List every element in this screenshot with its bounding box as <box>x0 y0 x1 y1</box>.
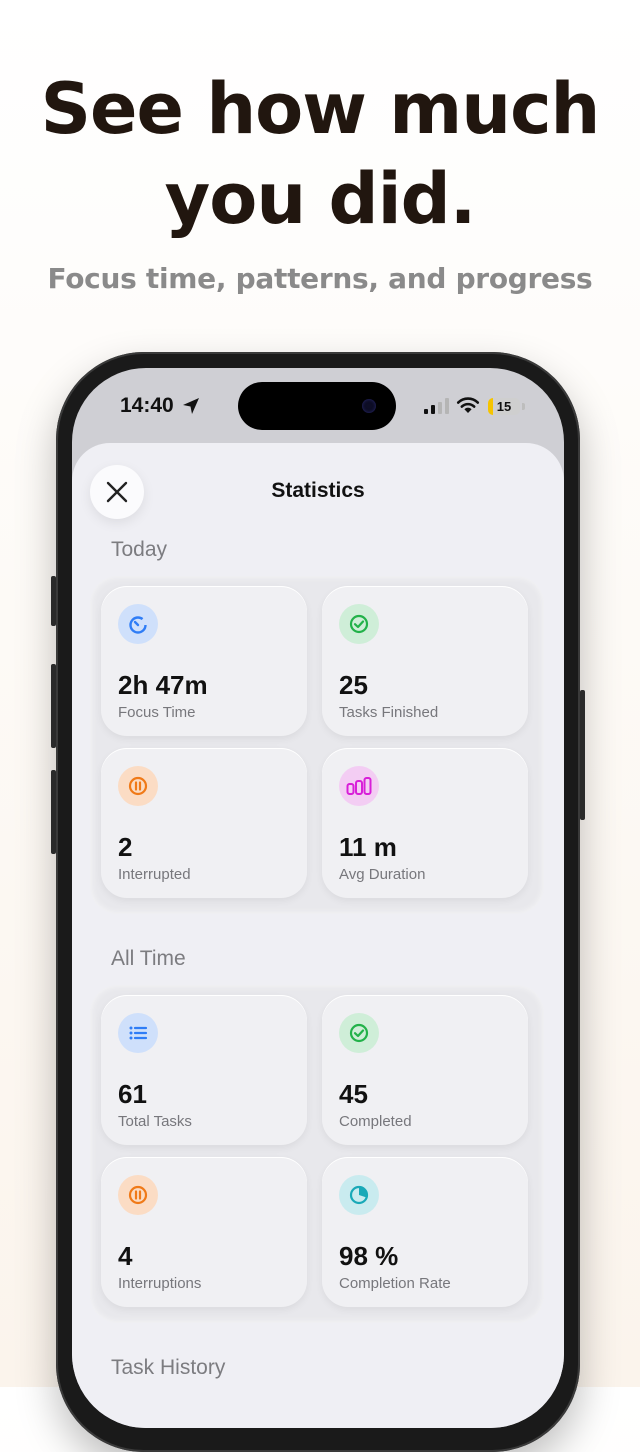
camera-icon <box>362 399 376 413</box>
phone-screen: 14:40 15 Statistics Today 2h 47m Focus T… <box>72 368 564 1428</box>
check-circle-icon <box>339 604 379 644</box>
pause-circle-icon <box>118 766 158 806</box>
stat-value: 2 <box>118 832 133 862</box>
pause-circle-icon <box>118 1175 158 1215</box>
list-icon <box>118 1013 158 1053</box>
section-today-label: Today <box>111 538 168 561</box>
pie-chart-icon <box>339 1175 379 1215</box>
check-circle-icon <box>339 1013 379 1053</box>
location-arrow-icon <box>183 398 199 414</box>
volume-up-button <box>51 664 56 748</box>
today-stats-group: 2h 47m Focus Time 25 Tasks Finished 2 In… <box>90 576 544 914</box>
stat-label: Interrupted <box>118 866 191 883</box>
stat-value: 11 m <box>339 832 397 862</box>
cellular-signal-icon <box>424 398 449 414</box>
stat-label: Total Tasks <box>118 1113 192 1130</box>
all-time-stats-group: 61 Total Tasks 45 Completed 4 Interrupti… <box>90 985 544 1323</box>
bar-chart-icon <box>339 766 379 806</box>
section-task-history-label: Task History <box>111 1356 226 1379</box>
battery-level: 15 <box>496 399 512 414</box>
subheadline: Focus time, patterns, and progress <box>47 262 593 295</box>
dynamic-island <box>238 382 396 430</box>
wifi-icon <box>456 397 480 413</box>
headline: See how much you did. <box>0 64 640 244</box>
stat-label: Focus Time <box>118 704 196 721</box>
headline-line-1: See how much <box>40 68 601 150</box>
timer-icon <box>118 604 158 644</box>
stat-card-tasks-finished[interactable]: 25 Tasks Finished <box>322 586 528 736</box>
status-bar: 14:40 15 <box>72 368 564 448</box>
action-button <box>51 576 56 626</box>
power-button <box>580 690 585 820</box>
stat-card-focus-time[interactable]: 2h 47m Focus Time <box>101 586 307 736</box>
stat-value: 25 <box>339 670 368 700</box>
stat-card-interrupted[interactable]: 2 Interrupted <box>101 748 307 898</box>
stat-card-avg-duration[interactable]: 11 m Avg Duration <box>322 748 528 898</box>
stat-card-total-tasks[interactable]: 61 Total Tasks <box>101 995 307 1145</box>
battery-icon: 15 <box>488 398 520 415</box>
stat-card-completed[interactable]: 45 Completed <box>322 995 528 1145</box>
volume-down-button <box>51 770 56 854</box>
stat-value: 98 % <box>339 1241 399 1271</box>
section-all-time-label: All Time <box>111 947 186 970</box>
stat-label: Tasks Finished <box>339 704 439 721</box>
headline-line-2: you did. <box>164 158 477 240</box>
stat-label: Interruptions <box>118 1275 202 1292</box>
status-time: 14:40 <box>120 394 174 417</box>
stat-label: Completed <box>339 1113 412 1130</box>
phone-frame: 14:40 15 Statistics Today 2h 47m Focus T… <box>51 352 585 1452</box>
stat-value: 2h 47m <box>118 670 208 700</box>
sheet-title: Statistics <box>271 479 365 502</box>
statistics-sheet: Statistics Today 2h 47m Focus Time 25 Ta… <box>72 443 564 1428</box>
stat-label: Completion Rate <box>339 1275 451 1292</box>
stat-card-interruptions[interactable]: 4 Interruptions <box>101 1157 307 1307</box>
stat-card-completion-rate[interactable]: 98 % Completion Rate <box>322 1157 528 1307</box>
stat-value: 61 <box>118 1079 147 1109</box>
stat-value: 4 <box>118 1241 133 1271</box>
stat-value: 45 <box>339 1079 368 1109</box>
stat-label: Avg Duration <box>339 866 426 883</box>
